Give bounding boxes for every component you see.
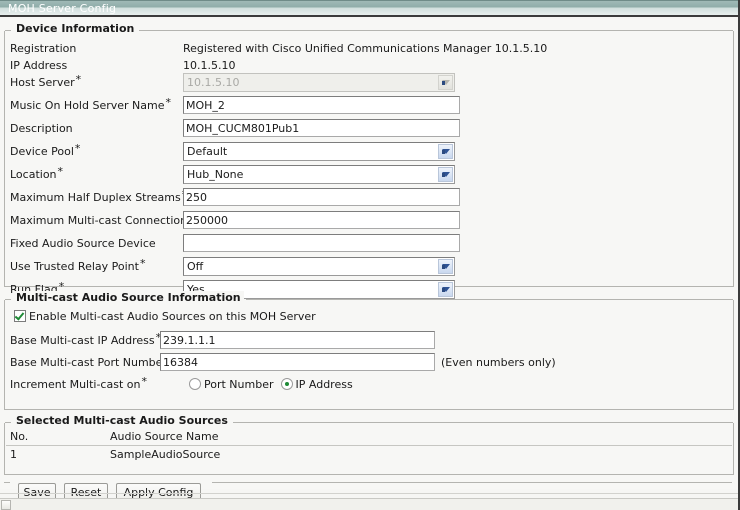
label-max-half-duplex-streams: Maximum Half Duplex Streams*	[10, 188, 187, 205]
increment-multicast-radio-group: Port Number IP Address	[189, 378, 360, 392]
base-multicast-port-hint: (Even numbers only)	[441, 356, 556, 369]
selected-sources-legend: Selected Multi-cast Audio Sources	[5, 414, 733, 428]
location-select-value: Hub_None	[187, 168, 244, 181]
chevron-down-icon	[438, 282, 453, 297]
max-multicast-connections-input[interactable]	[183, 211, 460, 229]
base-multicast-ip-input[interactable]	[160, 331, 435, 349]
label-base-multicast-port: Base Multi-cast Port Number*	[10, 353, 173, 370]
enable-multicast-label: Enable Multi-cast Audio Sources on this …	[29, 310, 316, 323]
required-marker: *	[58, 280, 65, 293]
chevron-down-icon	[438, 144, 453, 159]
selected-sources-legend-label: Selected Multi-cast Audio Sources	[13, 414, 231, 428]
table-row-audio-source-name: SampleAudioSource	[110, 448, 221, 461]
radio-ip-address-label: IP Address	[295, 378, 353, 391]
fixed-audio-source-device-input[interactable]	[183, 234, 460, 252]
legend-rule-right	[232, 422, 733, 423]
chevron-down-icon	[438, 75, 453, 90]
row-use-trusted-relay-point: Use Trusted Relay Point* Off	[5, 257, 733, 278]
label-fixed-audio-source-device: Fixed Audio Source Device	[10, 237, 156, 250]
button-bar-legend	[4, 476, 734, 488]
window-titlebar: MOH Server Config	[0, 0, 738, 17]
table-header-rule	[6, 445, 732, 446]
radio-port-number-label: Port Number	[204, 378, 274, 391]
row-increment-multicast-on: Increment Multi-cast on* Port Number IP A…	[5, 375, 733, 396]
legend-rule-left	[4, 482, 10, 483]
label-location: Location*	[10, 165, 64, 181]
content-bottom-divider	[0, 493, 738, 494]
legend-rule-left	[5, 30, 11, 31]
run-flag-select-value: Yes	[187, 283, 205, 296]
description-input[interactable]	[183, 119, 460, 137]
row-device-pool: Device Pool* Default	[5, 142, 733, 163]
value-registration: Registered with Cisco Unified Communicat…	[183, 42, 548, 55]
table-header-audio-source-name: Audio Source Name	[110, 430, 219, 443]
row-moh-server-name: Music On Hold Server Name*	[5, 96, 733, 117]
base-multicast-port-input[interactable]	[160, 353, 435, 371]
legend-rule-left	[5, 299, 11, 300]
location-select[interactable]: Hub_None	[183, 165, 455, 184]
chevron-down-icon	[438, 167, 453, 182]
legend-rule-right	[245, 299, 733, 300]
label-max-multicast-connections: Maximum Multi-cast Connections*	[10, 211, 199, 228]
label-base-multicast-ip: Base Multi-cast IP Address*	[10, 331, 162, 347]
row-max-half-duplex-streams: Maximum Half Duplex Streams*	[5, 188, 733, 209]
use-trusted-relay-point-select[interactable]: Off	[183, 257, 455, 276]
enable-multicast-checkbox-row[interactable]: Enable Multi-cast Audio Sources on this …	[14, 310, 316, 324]
label-increment-multicast-on: Increment Multi-cast on*	[10, 375, 147, 391]
label-registration: Registration	[10, 42, 77, 55]
label-host-server: Host Server*	[10, 73, 82, 89]
check-icon	[14, 310, 25, 321]
radio-ip-address[interactable]	[280, 378, 293, 390]
horizontal-scrollbar[interactable]	[0, 498, 738, 510]
multicast-audio-source-section: Multi-cast Audio Source Information Enab…	[4, 291, 734, 410]
legend-rule-right	[212, 482, 732, 483]
label-use-trusted-relay-point: Use Trusted Relay Point*	[10, 257, 146, 273]
selected-multicast-sources-section: Selected Multi-cast Audio Sources No. Au…	[4, 414, 734, 475]
row-max-multicast-connections: Maximum Multi-cast Connections*	[5, 211, 733, 232]
use-trusted-relay-point-select-value: Off	[187, 260, 204, 273]
row-run-flag: Run Flag* Yes	[5, 280, 733, 301]
label-description: Description	[10, 122, 73, 135]
host-server-select[interactable]: 10.1.5.10	[183, 73, 455, 92]
host-server-select-value: 10.1.5.10	[187, 76, 240, 89]
device-pool-select[interactable]: Default	[183, 142, 455, 161]
label-device-pool: Device Pool*	[10, 142, 81, 158]
required-marker: *	[165, 96, 171, 109]
device-information-legend: Device Information	[5, 22, 733, 36]
window-title: MOH Server Config	[8, 2, 117, 15]
row-base-multicast-ip: Base Multi-cast IP Address*	[5, 331, 733, 352]
required-marker: *	[139, 257, 146, 270]
row-fixed-audio-source-device: Fixed Audio Source Device	[5, 234, 733, 255]
row-host-server: Host Server* 10.1.5.10	[5, 73, 733, 94]
table-header-no: No.	[10, 430, 29, 443]
radio-option-ip-address[interactable]: IP Address	[280, 378, 353, 392]
moh-server-config-page: MOH Server Config Device Information Reg…	[0, 0, 740, 510]
row-description: Description	[5, 119, 733, 140]
legend-rule-right	[139, 30, 733, 31]
row-location: Location* Hub_None	[5, 165, 733, 186]
radio-port-number[interactable]	[189, 378, 201, 390]
max-half-duplex-streams-input[interactable]	[183, 188, 460, 206]
chevron-down-icon	[438, 259, 453, 274]
device-information-legend-label: Device Information	[13, 22, 138, 36]
row-base-multicast-port: Base Multi-cast Port Number* (Even numbe…	[5, 353, 733, 374]
moh-server-name-input[interactable]	[183, 96, 460, 114]
required-marker: *	[57, 165, 64, 178]
enable-multicast-checkbox[interactable]	[14, 310, 26, 322]
radio-option-port-number[interactable]: Port Number	[189, 378, 274, 392]
scroll-left-arrow[interactable]	[1, 500, 11, 510]
label-moh-server-name: Music On Hold Server Name*	[10, 96, 171, 112]
legend-rule-left	[5, 422, 11, 423]
device-information-section: Device Information Registration Register…	[4, 22, 734, 299]
required-marker: *	[74, 142, 81, 155]
label-run-flag: Run Flag*	[10, 280, 65, 296]
label-ip-address: IP Address	[10, 59, 68, 72]
run-flag-select[interactable]: Yes	[183, 280, 455, 299]
required-marker: *	[141, 375, 147, 388]
table-row-no: 1	[10, 448, 17, 461]
device-pool-select-value: Default	[187, 145, 228, 158]
required-marker: *	[75, 73, 82, 86]
page-content: Device Information Registration Register…	[0, 19, 738, 502]
value-ip-address: 10.1.5.10	[183, 59, 236, 72]
